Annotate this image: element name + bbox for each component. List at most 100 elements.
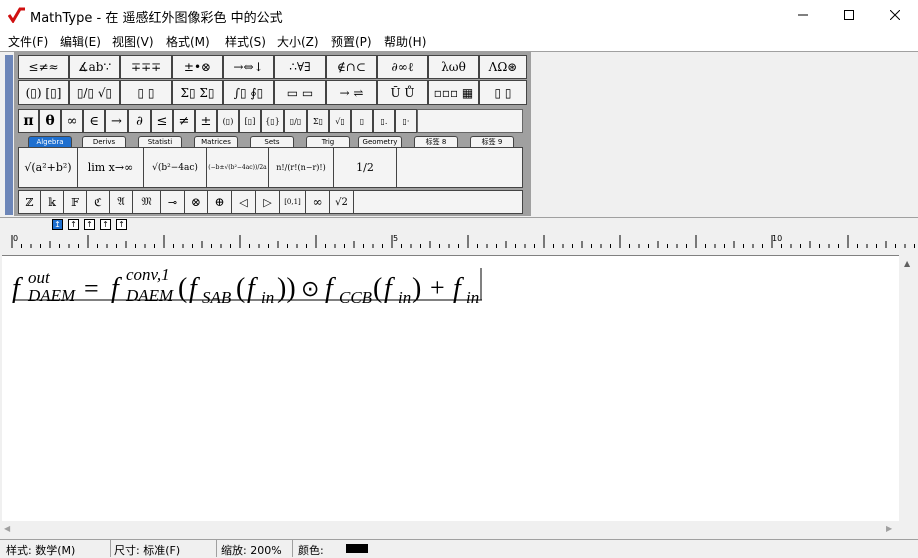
eq-f-lhs: f [12, 273, 23, 304]
eq-ccb-sub: CCB [339, 288, 373, 307]
symbol-infinity[interactable]: ∞ [61, 109, 83, 133]
template-braces[interactable]: {▯} [261, 109, 284, 133]
scroll-up-arrow-icon[interactable]: ▲ [904, 259, 910, 268]
menu-edit[interactable]: 编辑(E) [60, 33, 101, 50]
symbol-closed-interval[interactable]: [0,1] [280, 191, 306, 213]
template-brackets[interactable]: [▯] [239, 109, 261, 133]
symbol-right-triangle[interactable]: ▷ [256, 191, 280, 213]
eq-in-sub-2: in [398, 288, 411, 307]
symbol-plus-minus[interactable]: ± [195, 109, 217, 133]
template-subscript[interactable]: ▯. [373, 109, 395, 133]
palette-integrals[interactable]: ∫▯ ∮▯ [223, 80, 274, 105]
menu-file[interactable]: 文件(F) [8, 33, 48, 50]
menu-preferences[interactable]: 预置(P) [331, 33, 372, 50]
template-quadratic-formula[interactable]: (−b±√(b²−4ac))/2a [207, 148, 269, 187]
palette-labeled-arrows[interactable]: → ⇌ [326, 80, 377, 105]
tab-algebra[interactable]: Algebra [28, 136, 72, 147]
symbol-field-k[interactable]: 𝕜 [41, 191, 64, 213]
tab-stop-operator-button[interactable]: ↑ [116, 219, 127, 230]
palette-misc[interactable]: ∂∞ℓ [377, 55, 428, 79]
minimize-button[interactable] [780, 0, 826, 30]
symbol-otimes[interactable]: ⊗ [185, 191, 208, 213]
template-parens[interactable]: (▯) [217, 109, 239, 133]
symbol-infinity-2[interactable]: ∞ [306, 191, 330, 213]
palette-subscripts[interactable]: ▯ ▯ [120, 80, 172, 105]
scroll-right-arrow-icon[interactable]: ▶ [886, 524, 892, 533]
tab-stop-decimal-button[interactable]: ↑ [100, 219, 111, 230]
palette-spaces[interactable]: ∡ab∵ [69, 55, 120, 79]
symbol-oplus[interactable]: ⊕ [208, 191, 232, 213]
horizontal-scrollbar[interactable]: ◀ ▶ [0, 521, 899, 538]
vertical-scrollbar[interactable]: ▲ [899, 255, 918, 521]
symbol-pi[interactable]: π [18, 109, 39, 133]
ruler[interactable]: 0 5 10 [0, 233, 918, 249]
palette-arrows[interactable]: →⇔↓ [223, 55, 274, 79]
palette-products[interactable]: Ū Ů [377, 80, 428, 105]
symbol-not-equal[interactable]: ≠ [173, 109, 195, 133]
template-sqrt[interactable]: √▯ [329, 109, 351, 133]
template-sum[interactable]: Σ▯ [307, 109, 329, 133]
palette-sums[interactable]: Σ▯ Σ▯ [172, 80, 223, 105]
template-pythagoras[interactable]: √(a²+b²) [19, 148, 78, 187]
tab-trig[interactable]: Trig [306, 136, 350, 147]
tab-derivs[interactable]: Derivs [82, 136, 126, 147]
tab-label-8[interactable]: 标签 8 [414, 136, 458, 147]
tab-stop-right-button[interactable]: ↑ [84, 219, 95, 230]
palette-operators[interactable]: ±•⊗ [172, 55, 223, 79]
symbol-field-f[interactable]: 𝔽 [64, 191, 87, 213]
eq-f-in-3: f [453, 273, 464, 304]
template-limit[interactable]: lim x→∞ [78, 148, 144, 187]
palette-greek-lower[interactable]: λωθ [428, 55, 479, 79]
tab-geometry[interactable]: Geometry [358, 136, 402, 147]
symbol-multimap[interactable]: ⊸ [161, 191, 185, 213]
palette-fences[interactable]: (▯) [▯] [18, 80, 69, 105]
template-superscript[interactable]: ▯ [351, 109, 373, 133]
tab-stop-center-button[interactable]: ↑ [68, 219, 79, 230]
symbol-fraktur-c[interactable]: ℭ [87, 191, 110, 213]
tab-matrices[interactable]: Matrices [194, 136, 238, 147]
menu-size[interactable]: 大小(Z) [277, 33, 319, 50]
palette-boxes[interactable]: ▯ ▯ [479, 80, 527, 105]
menu-help[interactable]: 帮助(H) [384, 33, 426, 50]
symbol-fraktur-a[interactable]: 𝔄 [110, 191, 133, 213]
menu-view[interactable]: 视图(V) [112, 33, 154, 50]
tab-stop-left-button[interactable]: ↥ [52, 219, 63, 230]
template-discriminant[interactable]: √(b²−4ac) [144, 148, 207, 187]
palette-logic[interactable]: ∴∀∃ [274, 55, 326, 79]
close-icon [890, 10, 900, 20]
template-fraction[interactable]: ▯/▯ [284, 109, 307, 133]
close-button[interactable] [872, 0, 918, 30]
status-separator [110, 540, 111, 557]
template-one-half[interactable]: 1/2 [334, 148, 397, 187]
symbol-left-triangle[interactable]: ◁ [232, 191, 256, 213]
scroll-left-arrow-icon[interactable]: ◀ [4, 524, 10, 533]
toolbar-grip[interactable] [5, 55, 13, 215]
palette-sets[interactable]: ∉∩⊂ [326, 55, 377, 79]
template-dot-accent[interactable]: ▯· [395, 109, 417, 133]
symbol-less-equal[interactable]: ≤ [151, 109, 173, 133]
maximize-button[interactable] [826, 0, 872, 30]
palette-relations[interactable]: ≤≠≈ [18, 55, 69, 79]
window-title: MathType - 在 遥感红外图像彩色 中的公式 [30, 11, 283, 26]
symbol-element-of[interactable]: ∈ [83, 109, 105, 133]
symbol-partial[interactable]: ∂ [128, 109, 151, 133]
symbol-sqrt-two[interactable]: √2 [330, 191, 354, 213]
eq-close-paren-3: ) [412, 273, 421, 304]
palette-embellishments[interactable]: ∓∓∓ [120, 55, 172, 79]
template-binomial[interactable]: n!/(r!(n−r)!) [269, 148, 334, 187]
tab-label-9[interactable]: 标签 9 [470, 136, 514, 147]
equation-editor-canvas[interactable]: f out DAEM = f conv,1 DAEM ( f SAB ( f i… [2, 255, 899, 522]
tab-sets[interactable]: Sets [250, 136, 294, 147]
symbol-integers[interactable]: ℤ [19, 191, 41, 213]
menu-style[interactable]: 样式(S) [225, 33, 266, 50]
symbol-palette-panel: ≤≠≈ ∡ab∵ ∓∓∓ ±•⊗ →⇔↓ ∴∀∃ ∉∩⊂ ∂∞ℓ λωθ ΛΩ⊛… [14, 52, 531, 216]
tab-statistics[interactable]: Statisti [138, 136, 182, 147]
symbol-theta[interactable]: θ [39, 109, 61, 133]
palette-greek-upper[interactable]: ΛΩ⊛ [479, 55, 527, 79]
menu-format[interactable]: 格式(M) [166, 33, 210, 50]
palette-matrices[interactable]: ▫▫▫ ▦ [428, 80, 479, 105]
palette-underbars[interactable]: ▭ ▭ [274, 80, 326, 105]
symbol-right-arrow[interactable]: → [105, 109, 128, 133]
symbol-fraktur-m[interactable]: 𝔐 [133, 191, 161, 213]
palette-fractions[interactable]: ▯/▯ √▯ [69, 80, 120, 105]
